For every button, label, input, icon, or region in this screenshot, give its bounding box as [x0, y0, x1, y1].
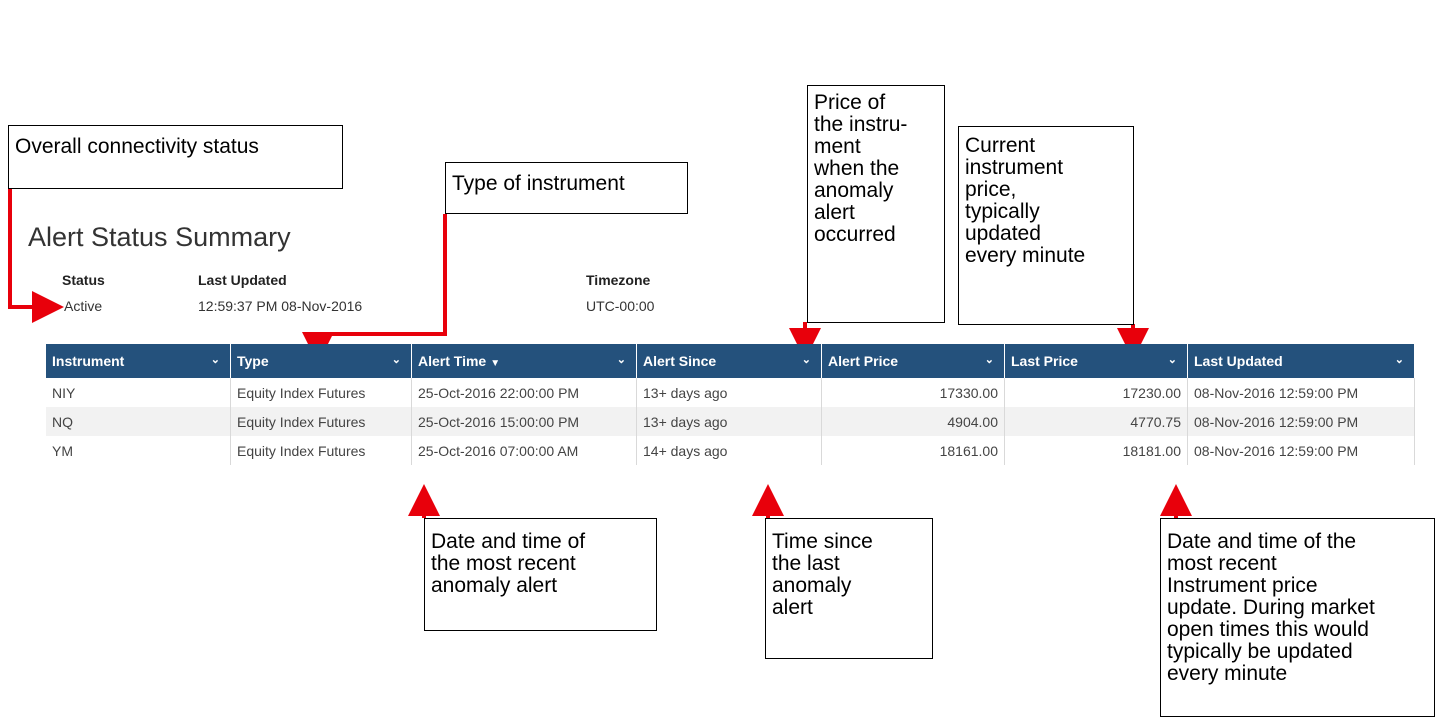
cell-alert-time: 25-Oct-2016 15:00:00 PM — [411, 407, 637, 436]
column-header-alert-since[interactable]: Alert Since ⌄ — [636, 344, 822, 378]
column-label: Alert Time — [418, 353, 487, 369]
status-label: Status — [62, 272, 105, 288]
column-header-alert-price[interactable]: Alert Price ⌄ — [821, 344, 1005, 378]
callout-alert-time: Date and time of the most recent anomaly… — [424, 518, 657, 631]
cell-instrument: NQ — [46, 407, 231, 436]
callout-last-price: Current instrument price, typically upda… — [958, 126, 1134, 325]
cell-last-updated: 08-Nov-2016 12:59:00 PM — [1187, 378, 1415, 407]
chevron-down-icon[interactable]: ⌄ — [985, 353, 994, 366]
cell-instrument: NIY — [46, 378, 231, 407]
callout-connectivity: Overall connectivity status — [8, 125, 343, 189]
cell-alert-price: 18161.00 — [821, 436, 1005, 465]
arrow-type — [302, 214, 447, 364]
column-header-instrument[interactable]: Instrument ⌄ — [46, 344, 231, 378]
column-header-type[interactable]: Type ⌄ — [230, 344, 412, 378]
cell-instrument: YM — [46, 436, 231, 465]
chevron-down-icon[interactable]: ⌄ — [802, 353, 811, 366]
chevron-down-icon[interactable]: ⌄ — [617, 353, 626, 366]
column-label: Alert Since — [643, 353, 717, 369]
cell-type: Equity Index Futures — [230, 436, 412, 465]
status-value: Active — [64, 298, 103, 314]
chevron-down-icon[interactable]: ⌄ — [211, 353, 220, 366]
callout-alert-since: Time since the last anomaly alert — [765, 518, 933, 659]
cell-type: Equity Index Futures — [230, 407, 412, 436]
table-row[interactable]: YM Equity Index Futures 25-Oct-2016 07:0… — [46, 436, 1415, 465]
chevron-down-icon[interactable]: ⌄ — [1395, 353, 1404, 366]
cell-alert-price: 17330.00 — [821, 378, 1005, 407]
cell-last-price: 4770.75 — [1004, 407, 1188, 436]
column-label: Last Price — [1011, 353, 1078, 369]
cell-last-price: 18181.00 — [1004, 436, 1188, 465]
cell-alert-since: 14+ days ago — [636, 436, 822, 465]
table-row[interactable]: NQ Equity Index Futures 25-Oct-2016 15:0… — [46, 407, 1415, 436]
column-header-alert-time[interactable]: Alert Time ▼ ⌄ — [411, 344, 637, 378]
chevron-down-icon[interactable]: ⌄ — [392, 353, 401, 366]
column-header-last-updated[interactable]: Last Updated ⌄ — [1187, 344, 1415, 378]
callout-last-updated: Date and time of the most recent Instrum… — [1160, 518, 1435, 717]
last-updated-label: Last Updated — [198, 272, 287, 288]
chevron-down-icon[interactable]: ⌄ — [1168, 353, 1177, 366]
last-updated-value: 12:59:37 PM 08-Nov-2016 — [198, 298, 363, 314]
cell-last-updated: 08-Nov-2016 12:59:00 PM — [1187, 436, 1415, 465]
table-header-row: Instrument ⌄ Type ⌄ Alert Time ▼ ⌄ Alert … — [46, 344, 1415, 378]
cell-last-updated: 08-Nov-2016 12:59:00 PM — [1187, 407, 1415, 436]
alert-status-table: Instrument ⌄ Type ⌄ Alert Time ▼ ⌄ Alert … — [46, 344, 1415, 465]
callout-type: Type of instrument — [445, 162, 688, 214]
cell-last-price: 17230.00 — [1004, 378, 1188, 407]
column-label: Alert Price — [828, 353, 899, 369]
timezone-value: UTC-00:00 — [586, 298, 655, 314]
cell-alert-time: 25-Oct-2016 22:00:00 PM — [411, 378, 637, 407]
cell-type: Equity Index Futures — [230, 378, 412, 407]
cell-alert-since: 13+ days ago — [636, 378, 822, 407]
column-label: Type — [237, 353, 269, 369]
sort-descending-icon: ▼ — [490, 358, 501, 369]
page-title: Alert Status Summary — [28, 222, 291, 252]
column-header-last-price[interactable]: Last Price ⌄ — [1004, 344, 1188, 378]
cell-alert-since: 13+ days ago — [636, 407, 822, 436]
table-row[interactable]: NIY Equity Index Futures 25-Oct-2016 22:… — [46, 378, 1415, 407]
cell-alert-time: 25-Oct-2016 07:00:00 AM — [411, 436, 637, 465]
cell-alert-price: 4904.00 — [821, 407, 1005, 436]
column-label: Last Updated — [1194, 353, 1283, 369]
callout-alert-price: Price of the instru- ment when the anoma… — [807, 85, 945, 323]
column-label: Instrument — [52, 353, 125, 369]
timezone-label: Timezone — [586, 272, 651, 288]
